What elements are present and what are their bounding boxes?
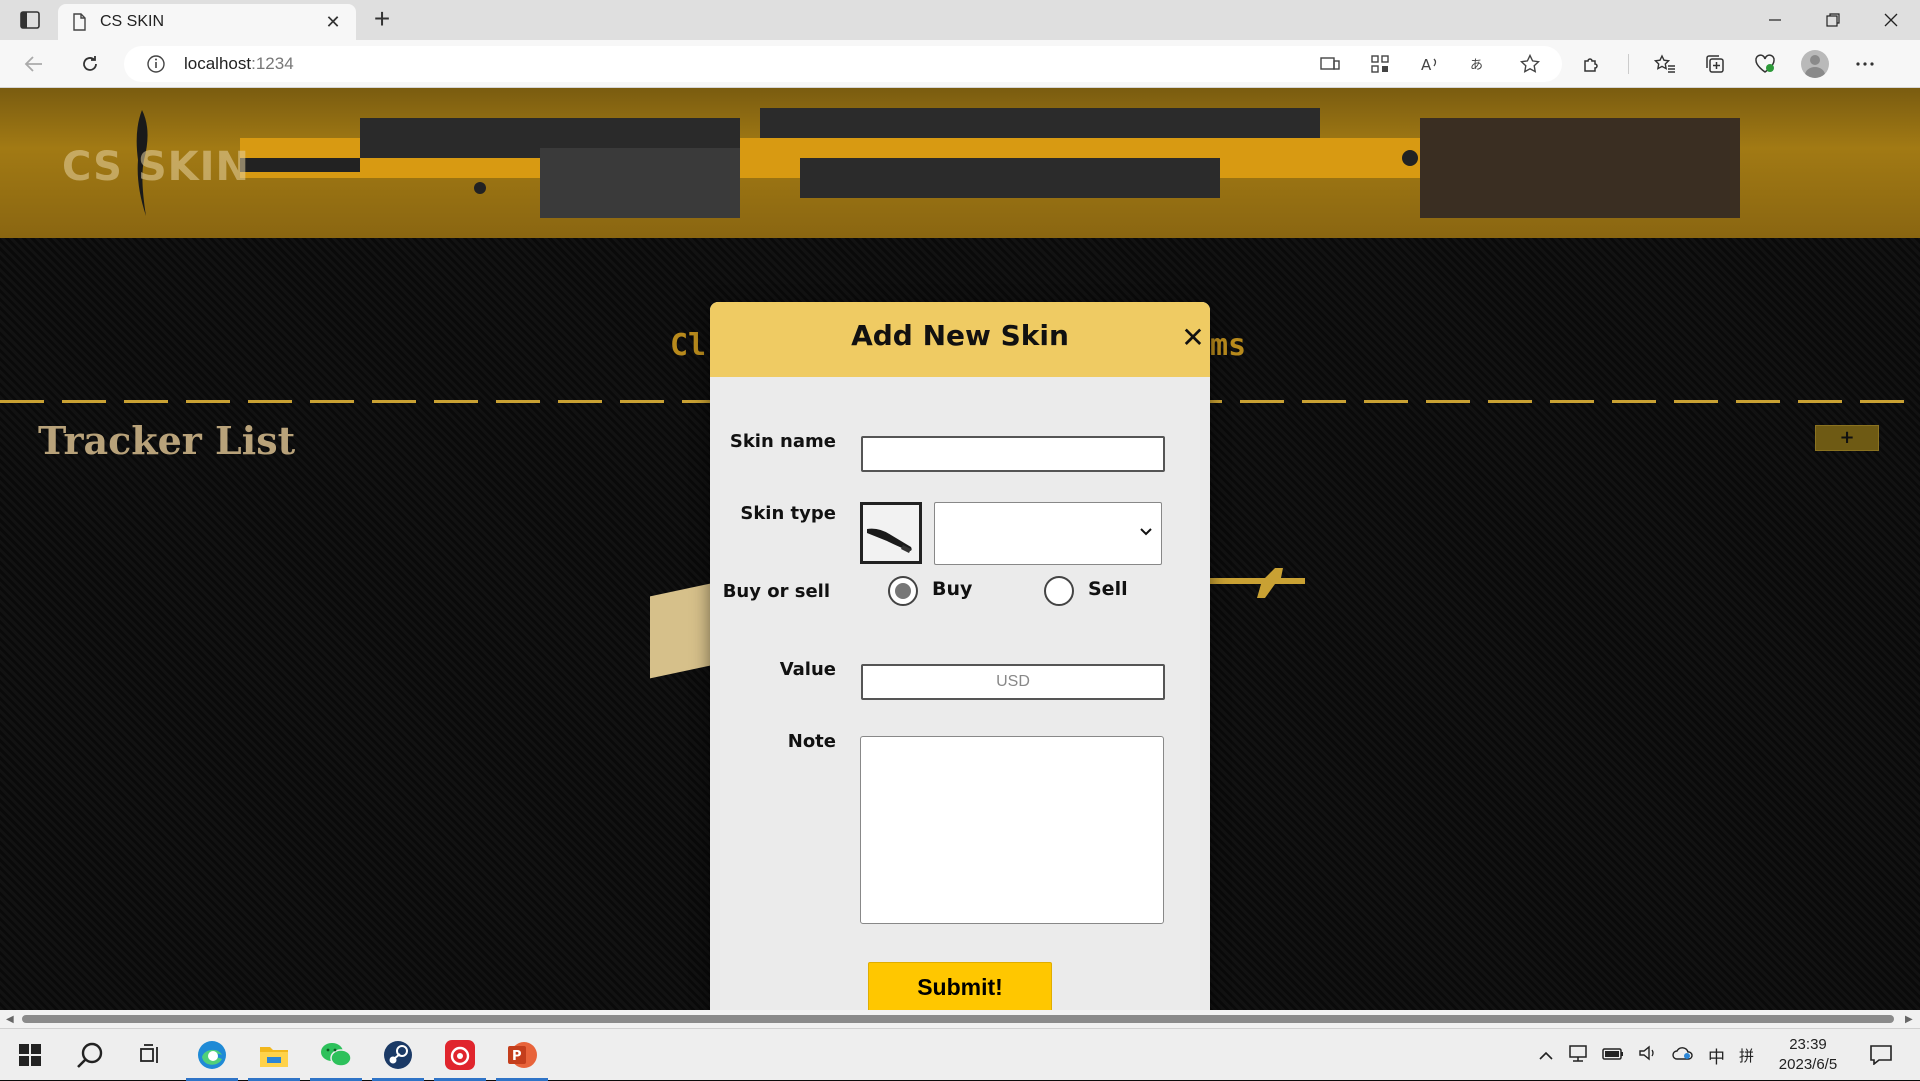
site-info-icon[interactable] — [146, 54, 166, 74]
address-bar-actions: A あ — [1316, 46, 1544, 82]
scroll-left-icon[interactable]: ◀ — [6, 1014, 14, 1025]
favorite-star-icon[interactable] — [1516, 50, 1544, 78]
hero-text-fragment: ms — [1210, 328, 1247, 363]
rifle-banner-image — [240, 108, 1740, 218]
file-explorer-icon[interactable] — [244, 1029, 304, 1081]
sell-radio-label[interactable]: Sell — [1088, 578, 1128, 600]
tab-title: CS SKIN — [100, 13, 165, 30]
buy-radio-label[interactable]: Buy — [932, 578, 972, 600]
modal-header: Add New Skin ✕ — [710, 302, 1210, 377]
add-skin-modal: Add New Skin ✕ Skin name Skin type Buy o… — [710, 302, 1210, 1010]
buy-radio[interactable] — [888, 576, 918, 606]
start-icon[interactable] — [0, 1029, 60, 1081]
scrollbar-thumb[interactable] — [22, 1015, 1894, 1023]
read-aloud-icon[interactable]: A — [1416, 50, 1444, 78]
windows-taskbar: P 中 拼 23:39 2023/6/5 — [0, 1028, 1920, 1081]
skin-name-label: Skin name — [729, 431, 836, 452]
horizontal-scrollbar[interactable]: ◀ ▶ — [0, 1010, 1920, 1028]
profile-avatar[interactable] — [1801, 50, 1829, 78]
onedrive-icon[interactable] — [1672, 1045, 1694, 1065]
extensions-icon[interactable] — [1578, 50, 1606, 78]
address-toolbar: localhost:1234 A あ — [0, 40, 1920, 88]
input-language-indicator[interactable]: 中 — [1708, 1043, 1725, 1068]
battery-icon[interactable] — [1602, 1046, 1624, 1065]
volume-icon[interactable] — [1638, 1044, 1658, 1066]
note-label: Note — [787, 731, 836, 752]
input-mode-indicator[interactable]: 拼 — [1739, 1045, 1754, 1066]
taskbar-clock[interactable]: 23:39 2023/6/5 — [1762, 1035, 1854, 1075]
value-input[interactable] — [863, 666, 1163, 698]
restore-icon[interactable] — [1804, 0, 1862, 40]
submit-button[interactable]: Submit! — [868, 962, 1052, 1010]
case-image — [650, 583, 710, 679]
buy-or-sell-label: Buy or sell — [722, 581, 830, 602]
steam-icon[interactable] — [368, 1029, 428, 1081]
note-textarea[interactable] — [860, 736, 1164, 924]
chevron-down-icon — [1140, 528, 1152, 536]
value-field[interactable] — [861, 664, 1165, 700]
netease-music-icon[interactable] — [430, 1029, 490, 1081]
address-bar[interactable]: localhost:1234 A あ — [124, 46, 1562, 82]
header-banner: CS SKIN — [0, 88, 1920, 238]
web-page: CS SKIN Cl ms Tracker List + Add New Ski… — [0, 88, 1920, 1010]
task-view-icon[interactable] — [120, 1029, 180, 1081]
translate-icon[interactable]: あ — [1466, 50, 1494, 78]
site-logo[interactable]: CS SKIN — [62, 144, 250, 190]
edge-taskbar-icon[interactable] — [182, 1029, 242, 1081]
skin-type-preview — [860, 502, 922, 564]
knife-icon — [867, 528, 912, 553]
wechat-icon[interactable] — [306, 1029, 366, 1081]
toolbar-divider — [1628, 54, 1629, 74]
browser-tab-bar: CS SKIN ✕ + — [0, 0, 1920, 40]
app-available-icon[interactable] — [1316, 50, 1344, 78]
page-icon — [73, 13, 86, 31]
hero-text-fragment: Cl — [670, 328, 707, 363]
add-skin-button[interactable]: + — [1815, 425, 1879, 451]
system-tray: 中 拼 — [1538, 1029, 1754, 1081]
skin-name-input[interactable] — [863, 438, 1163, 470]
sell-radio[interactable] — [1044, 576, 1074, 606]
tracker-list-title: Tracker List — [38, 418, 296, 463]
browser-toolbar-right — [1578, 46, 1879, 82]
rifle-silhouette-image — [1205, 568, 1305, 598]
back-icon[interactable] — [16, 48, 52, 80]
powerpoint-icon[interactable]: P — [492, 1029, 552, 1081]
browser-essentials-icon[interactable] — [1751, 50, 1779, 78]
modal-close-button[interactable]: ✕ — [1178, 324, 1208, 354]
tab-actions-icon[interactable] — [12, 6, 48, 34]
clock-time: 23:39 — [1789, 1036, 1827, 1053]
qr-code-icon[interactable] — [1366, 50, 1394, 78]
window-close-icon[interactable] — [1862, 0, 1920, 40]
modal-title: Add New Skin — [851, 319, 1069, 352]
more-menu-icon[interactable] — [1851, 50, 1879, 78]
network-icon[interactable] — [1568, 1044, 1588, 1066]
scroll-right-icon[interactable]: ▶ — [1905, 1014, 1913, 1025]
value-label: Value — [779, 659, 836, 680]
reload-icon[interactable] — [72, 48, 108, 80]
svg-text:あ: あ — [1470, 58, 1483, 73]
svg-text:A: A — [1421, 56, 1432, 73]
tab-close-icon[interactable]: ✕ — [322, 12, 344, 33]
svg-text:P: P — [512, 1049, 522, 1064]
clock-date: 2023/6/5 — [1778, 1056, 1838, 1073]
notifications-icon[interactable] — [1850, 1029, 1912, 1081]
search-icon[interactable] — [60, 1029, 120, 1081]
skin-type-select[interactable] — [934, 502, 1162, 565]
browser-tab[interactable]: CS SKIN ✕ — [58, 4, 356, 40]
minimize-icon[interactable] — [1746, 0, 1804, 40]
show-hidden-icons[interactable] — [1538, 1046, 1554, 1065]
skin-name-field[interactable] — [861, 436, 1165, 472]
collections-icon[interactable] — [1701, 50, 1729, 78]
new-tab-button[interactable]: + — [366, 4, 398, 36]
favorites-icon[interactable] — [1651, 50, 1679, 78]
url-text: localhost:1234 — [184, 54, 294, 73]
skin-type-label: Skin type — [740, 503, 836, 524]
